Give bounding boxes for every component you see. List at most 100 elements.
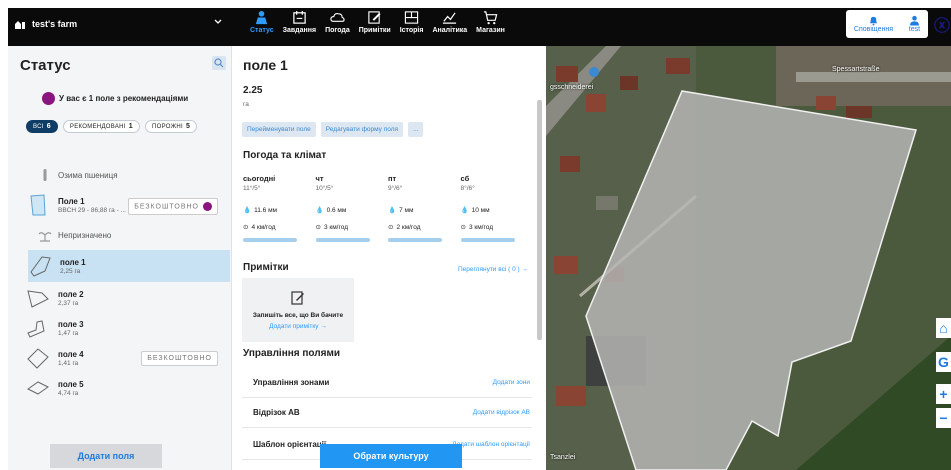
main-nav: Статус Завдання Погода Примітки Історія … <box>248 10 507 34</box>
field-title: поле 1 <box>243 57 288 73</box>
farm-selector[interactable]: test's farm <box>14 10 228 38</box>
recommendation-banner[interactable]: У вас є 1 поле з рекомендаціями <box>42 92 188 105</box>
wind-direction-icon: ⊙ <box>315 224 321 231</box>
field-row-4[interactable]: поле 4 1,41 га БЕЗКОШТОВНО <box>26 342 232 374</box>
user-icon <box>909 15 920 26</box>
wind-direction-icon: ⊙ <box>243 224 249 231</box>
add-zones-link[interactable]: Додати зони <box>493 379 530 386</box>
nav-shop[interactable]: Магазин <box>474 10 507 34</box>
nav-weather[interactable]: Погода <box>323 10 352 34</box>
weather-title: Погода та клімат <box>243 150 327 161</box>
home-icon: ⌂ <box>939 320 948 336</box>
notes-title: Примітки <box>243 262 289 273</box>
weather-day: пт 9°/6° 💧 7 мм ⊙ 2 км/год <box>388 174 461 242</box>
bell-icon <box>869 16 878 26</box>
farm-name: test's farm <box>32 19 78 29</box>
weather-icon <box>330 13 345 22</box>
rename-field-button[interactable]: Перейменувати поле <box>242 122 316 137</box>
map-home-button[interactable]: ⌂ <box>936 318 951 338</box>
nav-analytics[interactable]: Аналітика <box>430 10 469 34</box>
nav-notes[interactable]: Примітки <box>357 10 393 34</box>
weather-day: сьогодні 11°/5° 💧 11.6 мм ⊙ 4 км/год <box>243 174 316 242</box>
field-row-1[interactable]: поле 1 2,25 га <box>28 250 230 282</box>
search-button[interactable] <box>212 56 226 70</box>
field-shape-icon <box>27 320 45 338</box>
app-window: test's farm Статус Завдання Погода Примі… <box>0 0 951 470</box>
add-ab-line-link[interactable]: Додати відрізок АВ <box>473 409 530 416</box>
free-badge[interactable]: БЕЗКОШТОВНО <box>141 351 218 366</box>
minus-icon: − <box>939 410 948 426</box>
search-icon <box>214 58 224 68</box>
field-row-5[interactable]: поле 5 4,74 га <box>26 372 232 404</box>
plus-icon: + <box>939 386 948 402</box>
chevron-down-icon <box>214 19 222 24</box>
user-panel: Сповіщення test <box>846 10 928 38</box>
farm-icon <box>15 21 25 29</box>
weather-bar <box>243 238 297 242</box>
notes-empty-state: Запишіть все, що Ви бачите Додати приміт… <box>242 278 354 342</box>
group-winter-wheat[interactable]: Озима пшениця <box>38 168 118 182</box>
field-row-3[interactable]: поле 3 1,47 га <box>26 312 232 344</box>
filter-recommended[interactable]: РЕКОМЕНДОВАНІ 1 <box>62 120 140 133</box>
brand-logo-icon[interactable]: ⓧ <box>934 12 951 36</box>
free-badge[interactable]: БЕЗКОШТОВНО <box>128 198 218 215</box>
zoom-out-button[interactable]: − <box>936 408 951 428</box>
rain-drops-icon: 💧 <box>388 207 397 214</box>
filter-empty[interactable]: ПОРОЖНІ 5 <box>144 120 198 133</box>
recommendation-dot-icon <box>203 202 212 211</box>
tasks-icon <box>293 10 306 24</box>
nav-status[interactable]: Статус <box>248 10 276 34</box>
zoom-in-button[interactable]: + <box>936 384 951 404</box>
nav-history[interactable]: Історія <box>398 10 426 34</box>
field-area: 2.25 <box>243 85 263 96</box>
field-row-2[interactable]: поле 2 2,37 га <box>26 282 232 314</box>
history-icon <box>404 11 419 24</box>
add-fields-button[interactable]: Додати поля <box>50 444 162 468</box>
field-row-crop-field1[interactable]: Поле 1 BBCH 29 - 86,88 га - ... БЕЗКОШТО… <box>26 189 232 221</box>
field-shape-icon <box>27 290 49 308</box>
weather-bar <box>315 238 370 242</box>
map-label: Tsanzlei <box>550 454 576 461</box>
add-guidance-link[interactable]: Додати шаблон орієнтації <box>452 441 530 448</box>
user-button[interactable]: test <box>909 15 920 33</box>
weather-bar <box>388 238 442 242</box>
rain-drops-icon: 💧 <box>243 207 252 214</box>
add-note-link[interactable]: Додати примітку → <box>269 323 327 330</box>
mgmt-row-zones: Управління зонами Додати зони <box>242 368 532 398</box>
filter-all[interactable]: ВСІ 6 <box>26 120 58 133</box>
weather-day: чт 10°/5° 💧 0.6 мм ⊙ 3 км/год <box>315 174 389 242</box>
map-label: Spessartstraße <box>832 66 880 73</box>
field-actions: Перейменувати поле Редагувати форму поля… <box>242 122 424 137</box>
group-unassigned[interactable]: Непризначено <box>38 228 111 242</box>
wind-direction-icon: ⊙ <box>460 224 466 231</box>
sidebar: Статус У вас є 1 поле з рекомендаціями В… <box>8 46 232 470</box>
choose-crop-button[interactable]: Обрати культуру <box>320 444 462 468</box>
filter-chips: ВСІ 6 РЕКОМЕНДОВАНІ 1 ПОРОЖНІ 5 <box>26 120 198 133</box>
field-shape-icon <box>30 256 51 277</box>
weather-bar <box>460 238 515 242</box>
field-area-unit: га <box>243 101 249 108</box>
view-all-notes-link[interactable]: Переглянути всі ( 0 ) → <box>458 266 528 273</box>
rain-drops-icon: 💧 <box>315 207 324 214</box>
field-shape-icon <box>30 194 46 216</box>
shop-icon <box>483 11 498 25</box>
satellite-map[interactable]: gsschneiderei Spessartstraße Tsanzlei <box>546 46 951 470</box>
field-shape-icon <box>27 348 49 369</box>
map-label: gsschneiderei <box>550 84 594 91</box>
map-google-button[interactable]: G <box>936 352 951 372</box>
more-button[interactable]: ... <box>408 122 424 137</box>
notifications-button[interactable]: Сповіщення <box>854 15 893 33</box>
weather-forecast: сьогодні 11°/5° 💧 11.6 мм ⊙ 4 км/год чт 10… <box>243 174 533 242</box>
details-scrollbar[interactable] <box>537 100 542 340</box>
map-imagery <box>546 46 951 470</box>
google-icon: G <box>938 354 949 370</box>
wheat-icon <box>43 169 47 181</box>
edit-shape-button[interactable]: Редагувати форму поля <box>320 122 404 137</box>
wind-direction-icon: ⊙ <box>388 224 394 231</box>
nav-tasks[interactable]: Завдання <box>281 10 318 34</box>
rain-drops-icon: 💧 <box>460 207 469 214</box>
sprout-icon <box>38 232 52 242</box>
management-title: Управління полями <box>243 348 341 359</box>
field-shape-icon <box>27 381 49 395</box>
notes-icon <box>368 11 381 24</box>
